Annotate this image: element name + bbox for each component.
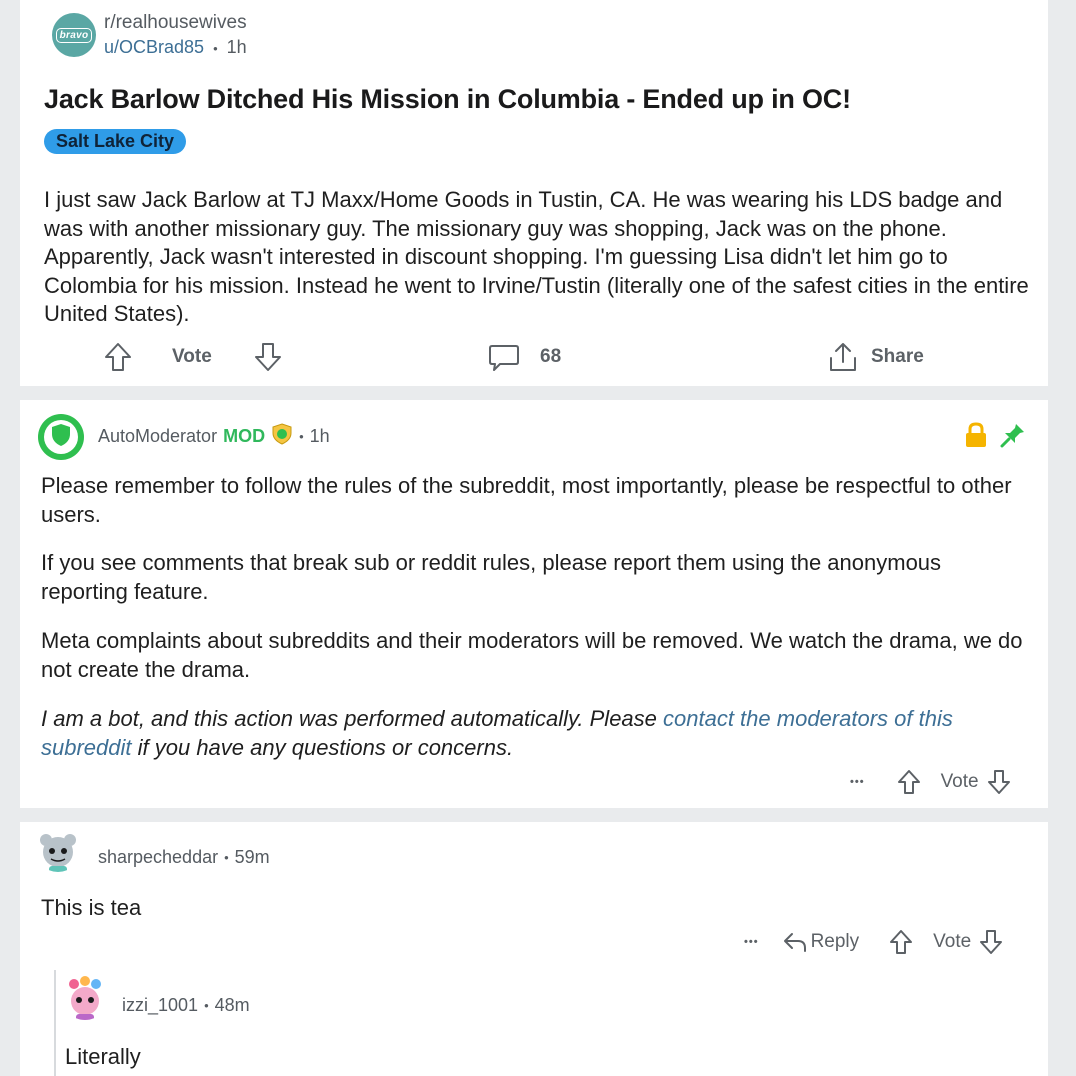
- share-label: Share: [871, 346, 924, 367]
- reply-time: 48m: [214, 995, 250, 1015]
- post-card: bravo r/realhousewives u/OCBrad85 • 1h J…: [20, 0, 1048, 386]
- post-time: 1h: [226, 37, 247, 57]
- meta-separator: •: [213, 41, 218, 56]
- snoo-avatar-icon: [40, 834, 76, 872]
- comment-card: sharpecheddar • 59m This is tea ••• Repl…: [20, 822, 1048, 1076]
- reply-text: Literally: [65, 1044, 141, 1069]
- automod-comment: AutoModerator MOD • 1h Please remember t…: [20, 400, 1048, 808]
- meta-separator: •: [299, 429, 304, 444]
- upvote-arrow-icon: [890, 930, 913, 954]
- vote-label: Vote: [933, 931, 972, 952]
- comment-text: This is tea: [41, 895, 142, 920]
- shield-icon: [50, 423, 72, 452]
- user-avatar-izzi[interactable]: [62, 974, 108, 1020]
- post-flair[interactable]: Salt Lake City: [44, 129, 187, 154]
- automod-paragraph-3: Meta complaints about subreddits and the…: [41, 628, 1023, 682]
- downvote-arrow-icon: [254, 342, 282, 372]
- subreddit-avatar-logo: bravo: [55, 27, 93, 43]
- automod-avatar[interactable]: [38, 414, 84, 460]
- upvote-button[interactable]: [104, 342, 132, 372]
- pin-icon: [1000, 422, 1026, 453]
- downvote-button[interactable]: [254, 342, 282, 372]
- mod-shield-badge-icon: [271, 423, 293, 450]
- automod-bot-note: I am a bot, and this action was performe…: [41, 705, 1031, 762]
- upvote-button[interactable]: [897, 769, 921, 795]
- reply-label: Reply: [810, 931, 860, 952]
- comment-count: 68: [540, 346, 562, 367]
- more-options-button[interactable]: •••: [850, 776, 865, 788]
- post-author[interactable]: u/OCBrad85: [104, 37, 204, 57]
- comment-actions: ••• Reply Vote: [744, 929, 1003, 955]
- upvote-arrow-icon: [897, 770, 920, 794]
- downvote-arrow-icon: [980, 930, 1003, 954]
- automod-paragraph-1: Please remember to follow the rules of t…: [41, 473, 1012, 527]
- automod-time: 1h: [309, 426, 330, 446]
- automod-username[interactable]: AutoModerator: [98, 426, 217, 447]
- post-meta: u/OCBrad85 • 1h: [104, 37, 247, 58]
- thread-line[interactable]: [54, 970, 56, 1076]
- downvote-button[interactable]: [987, 769, 1011, 795]
- downvote-button[interactable]: [979, 929, 1003, 955]
- comment-time: 59m: [234, 847, 270, 867]
- reply-button[interactable]: Reply: [783, 931, 860, 953]
- automod-actions: ••• Vote: [850, 769, 1011, 795]
- bot-note-start: I am a bot, and this action was performe…: [41, 706, 664, 731]
- automod-paragraph-2: If you see comments that break sub or re…: [41, 550, 942, 604]
- more-options-button[interactable]: •••: [744, 936, 759, 948]
- snoo-avatar-icon: [69, 976, 101, 1020]
- post-title[interactable]: Jack Barlow Ditched His Mission in Colum…: [44, 84, 851, 115]
- upvote-arrow-icon: [104, 342, 132, 372]
- subreddit-name[interactable]: r/realhousewives: [104, 12, 247, 34]
- reply-username[interactable]: izzi_1001: [122, 995, 198, 1016]
- subreddit-avatar[interactable]: bravo: [52, 13, 96, 57]
- bot-note-end: if you have any questions or concerns.: [131, 734, 514, 760]
- comment-bubble-icon: [488, 342, 520, 372]
- post-vote-label: Vote: [172, 346, 212, 367]
- comment-header: sharpecheddar • 59m: [98, 847, 270, 868]
- downvote-arrow-icon: [987, 770, 1010, 794]
- share-button[interactable]: Share: [828, 341, 924, 373]
- comments-button[interactable]: 68: [488, 342, 561, 372]
- upvote-button[interactable]: [889, 929, 913, 955]
- comment-username[interactable]: sharpecheddar: [98, 847, 218, 868]
- vote-label: Vote: [940, 771, 979, 792]
- reply-arrow-icon: [783, 933, 806, 952]
- post-body: I just saw Jack Barlow at TJ Maxx/Home G…: [44, 187, 1029, 327]
- mod-tag: MOD: [223, 426, 266, 446]
- automod-header: AutoModerator MOD • 1h: [98, 423, 330, 450]
- meta-separator: •: [224, 850, 229, 865]
- meta-separator: •: [204, 998, 209, 1013]
- share-icon: [828, 341, 858, 373]
- user-avatar-sharpecheddar[interactable]: [36, 828, 80, 872]
- reply-header: izzi_1001 • 48m: [122, 995, 250, 1016]
- lock-icon: [964, 422, 988, 453]
